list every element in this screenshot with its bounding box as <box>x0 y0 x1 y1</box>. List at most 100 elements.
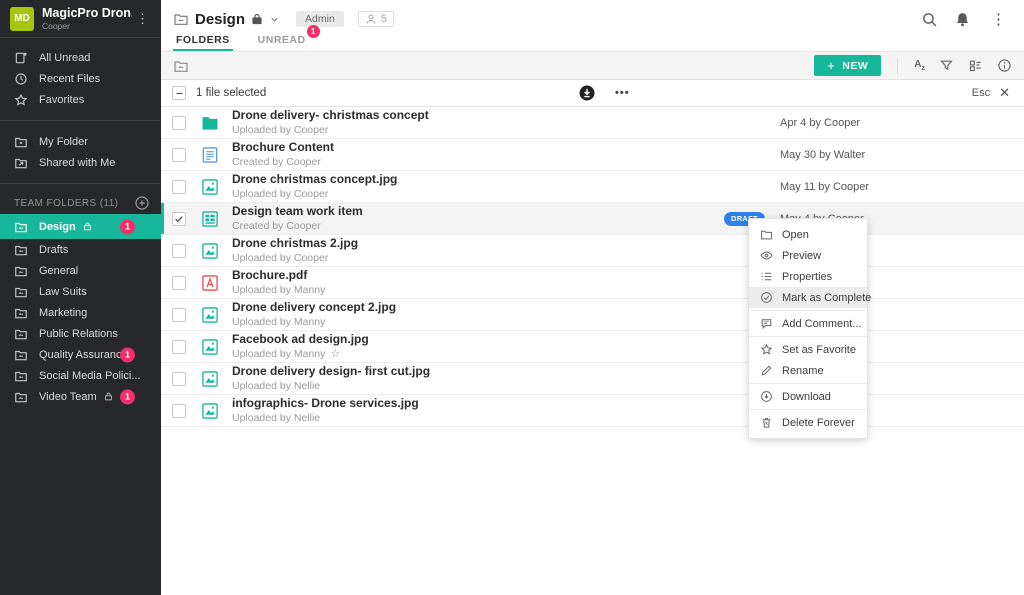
top-header: Design Admin 5 ⋮ <box>161 0 1024 30</box>
menu-item-rename[interactable]: Rename <box>749 360 867 381</box>
sidebar-item-favorites[interactable]: Favorites <box>0 89 161 110</box>
sidebar-item-all-unread[interactable]: All Unread <box>0 47 161 68</box>
row-checkbox[interactable] <box>172 308 186 322</box>
star-icon <box>14 93 28 107</box>
chevron-down-icon[interactable] <box>269 14 280 25</box>
folder-image-icon[interactable] <box>173 58 189 74</box>
add-team-folder-icon[interactable] <box>134 195 150 211</box>
workspace-menu-icon[interactable]: ⋮ <box>132 10 153 27</box>
filter-funnel-icon[interactable] <box>939 58 954 73</box>
menu-item-mark-as-complete[interactable]: Mark as Complete <box>749 287 867 308</box>
file-date: Apr 4 by Cooper <box>780 117 860 129</box>
row-checkbox[interactable] <box>172 116 186 130</box>
workspace-logo: MD <box>10 7 34 31</box>
sidebar-item-video-team[interactable]: Video Team 1 <box>0 386 161 407</box>
file-row[interactable]: Brochure.pdf Uploaded by Manny <box>161 267 1024 299</box>
search-icon[interactable] <box>921 11 938 28</box>
file-name: Design team work item <box>232 205 363 219</box>
file-row[interactable]: Drone christmas concept.jpg Uploaded by … <box>161 171 1024 203</box>
sidebar-item-shared-with-me[interactable]: Shared with Me <box>0 152 161 173</box>
tab-folders-label: FOLDERS <box>176 34 230 46</box>
file-text: Drone delivery concept 2.jpg Uploaded by… <box>232 301 396 328</box>
row-checkbox-checked[interactable] <box>172 212 186 226</box>
file-row[interactable]: Drone delivery concept 2.jpg Uploaded by… <box>161 299 1024 331</box>
sidebar-item-general[interactable]: General <box>0 260 161 281</box>
row-checkbox[interactable] <box>172 148 186 162</box>
pencil-icon <box>760 364 773 377</box>
sort-az-icon[interactable]: Az <box>914 59 925 72</box>
menu-item-add-comment[interactable]: Add Comment... <box>749 313 867 334</box>
workspace-header[interactable]: MD MagicPro Dron... Cooper ⋮ <box>0 0 161 38</box>
workspace-subtitle: Cooper <box>42 21 132 31</box>
row-checkbox[interactable] <box>172 372 186 386</box>
folder-title-group: Design Admin 5 <box>173 11 394 28</box>
file-name: Brochure.pdf <box>232 269 325 283</box>
members-count[interactable]: 5 <box>358 11 394 27</box>
new-button[interactable]: + NEW <box>814 55 881 76</box>
sidebar-item-label: Quality Assurance <box>39 349 128 361</box>
download-icon[interactable] <box>578 84 596 102</box>
row-checkbox[interactable] <box>172 404 186 418</box>
file-row[interactable]: Facebook ad design.jpg Uploaded by Manny… <box>161 331 1024 363</box>
menu-item-open[interactable]: Open <box>749 224 867 245</box>
menu-item-delete-forever[interactable]: Delete Forever <box>749 412 867 433</box>
file-name: Drone delivery- christmas concept <box>232 109 429 123</box>
team-folder-icon <box>14 327 28 341</box>
file-text: infographics- Drone services.jpg Uploade… <box>232 397 419 424</box>
image-file-icon <box>199 304 220 325</box>
tab-unread[interactable]: UNREAD 1 <box>255 34 309 51</box>
sidebar-item-law-suits[interactable]: Law Suits <box>0 281 161 302</box>
menu-item-download[interactable]: Download <box>749 386 867 407</box>
sidebar-item-label: Marketing <box>39 307 87 319</box>
row-checkbox[interactable] <box>172 340 186 354</box>
row-checkbox[interactable] <box>172 276 186 290</box>
menu-divider <box>749 310 867 311</box>
file-row[interactable]: infographics- Drone services.jpg Uploade… <box>161 395 1024 427</box>
file-meta: Uploaded by Manny <box>232 316 325 328</box>
unread-count-badge: 1 <box>120 347 135 362</box>
sidebar-item-drafts[interactable]: Drafts <box>0 239 161 260</box>
file-row-selected[interactable]: Design team work item Created by Cooper … <box>161 203 1024 235</box>
notifications-bell-icon[interactable] <box>954 11 971 28</box>
menu-item-properties[interactable]: Properties <box>749 266 867 287</box>
toolbar-separator <box>897 58 898 74</box>
menu-item-set-as-favorite[interactable]: Set as Favorite <box>749 339 867 360</box>
select-all-checkbox[interactable] <box>172 86 186 100</box>
sidebar-nav-section: All Unread Recent Files Favorites <box>0 38 161 112</box>
more-actions-icon[interactable]: ••• <box>615 87 630 99</box>
view-layout-icon[interactable] <box>968 58 983 73</box>
sidebar-item-social-media-policies[interactable]: Social Media Polici... <box>0 365 161 386</box>
sidebar-item-my-folder[interactable]: My Folder <box>0 131 161 152</box>
file-meta: Uploaded by Cooper <box>232 252 328 264</box>
file-row[interactable]: Drone christmas 2.jpg Uploaded by Cooper <box>161 235 1024 267</box>
row-checkbox[interactable] <box>172 244 186 258</box>
file-row[interactable]: Brochure Content Created by Cooper May 3… <box>161 139 1024 171</box>
sidebar-item-design[interactable]: Design 1 <box>0 214 161 239</box>
more-options-icon[interactable]: ⋮ <box>987 10 1010 29</box>
file-row[interactable]: Drone delivery design- first cut.jpg Upl… <box>161 363 1024 395</box>
close-icon[interactable]: ✕ <box>999 85 1010 101</box>
unread-count-badge: 1 <box>120 219 135 234</box>
sidebar-item-quality-assurance[interactable]: Quality Assurance 1 <box>0 344 161 365</box>
context-menu: Open Preview Properties Mark as Complete… <box>748 218 868 439</box>
sidebar-item-marketing[interactable]: Marketing <box>0 302 161 323</box>
trash-icon <box>760 416 773 429</box>
row-checkbox[interactable] <box>172 180 186 194</box>
sidebar-item-public-relations[interactable]: Public Relations <box>0 323 161 344</box>
folder-icon <box>14 135 28 149</box>
sidebar-item-label: Recent Files <box>39 73 100 85</box>
sidebar-item-recent-files[interactable]: Recent Files <box>0 68 161 89</box>
menu-item-preview[interactable]: Preview <box>749 245 867 266</box>
file-row[interactable]: Drone delivery- christmas concept Upload… <box>161 107 1024 139</box>
team-folder-icon <box>14 285 28 299</box>
tab-folders[interactable]: FOLDERS <box>173 34 233 51</box>
menu-item-label: Download <box>782 391 831 403</box>
sidebar-item-label: My Folder <box>39 136 88 148</box>
download-circle-icon <box>760 390 773 403</box>
info-icon[interactable] <box>997 58 1012 73</box>
selection-bar: 1 file selected ••• Esc ✕ <box>161 80 1024 107</box>
sidebar-item-label: Social Media Polici... <box>39 370 141 382</box>
unread-doc-icon <box>14 51 28 65</box>
file-list: Drone delivery- christmas concept Upload… <box>161 107 1024 595</box>
sidebar-item-label: Video Team <box>39 391 97 403</box>
